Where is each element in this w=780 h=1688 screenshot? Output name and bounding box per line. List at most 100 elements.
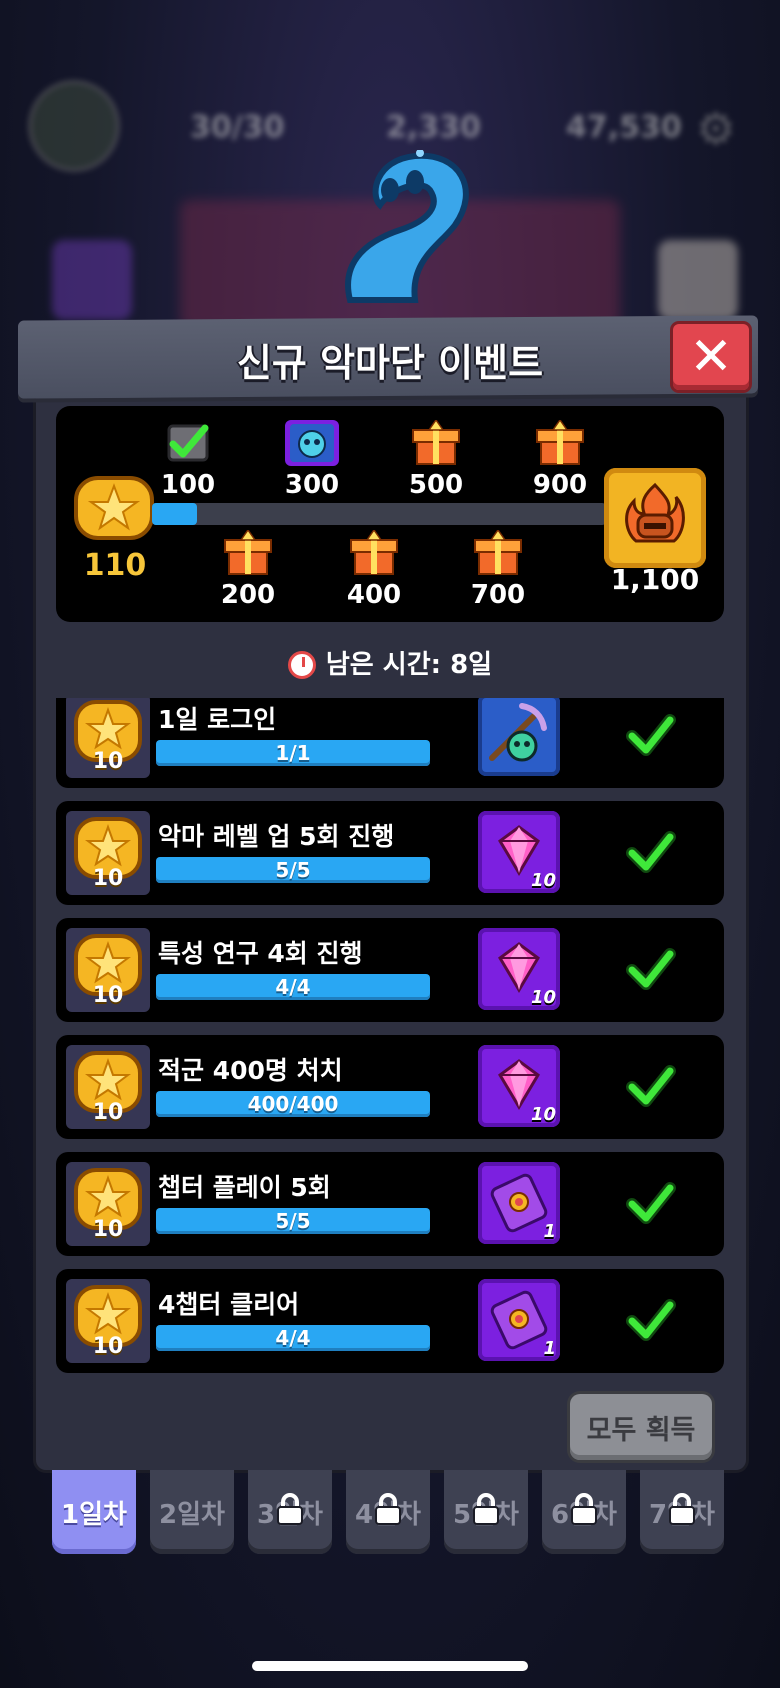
points-value: 10 xyxy=(92,983,124,1008)
reward-quantity: 1 xyxy=(543,1221,556,1242)
mission-row-4: 10 적군 400명 처치 400/400 10 xyxy=(56,1035,724,1139)
background-gift-icon xyxy=(52,240,132,320)
current-score: 110 xyxy=(83,548,147,583)
milestone-200[interactable]: 200 xyxy=(198,528,298,610)
tab-label: 2일차 xyxy=(159,1499,225,1530)
home-indicator[interactable] xyxy=(252,1661,528,1671)
milestone-value: 900 xyxy=(532,470,588,500)
final-reward-value: 1,100 xyxy=(610,563,700,596)
gift-box-icon xyxy=(350,528,398,575)
reward-quantity: 1 xyxy=(543,1338,556,1359)
milestone-value: 400 xyxy=(346,580,402,610)
progress-fill xyxy=(152,503,197,525)
mission-label: 챕터 플레이 5회 xyxy=(158,1173,331,1202)
lock-icon xyxy=(277,1493,303,1525)
points-badge: 10 xyxy=(66,1279,150,1363)
mission-row-5: 10 챕터 플레이 5회 5/5 1 xyxy=(56,1152,724,1256)
points-value: 10 xyxy=(92,1334,124,1359)
claimed-chest-icon xyxy=(167,424,209,462)
gift-box-icon xyxy=(474,528,522,575)
milestone-value: 100 xyxy=(160,470,216,500)
milestone-value: 200 xyxy=(220,580,276,610)
mission-list[interactable]: 10 1일 로그인 1/1 10 악마 레벨 업 5회 진행 5/5 10 10… xyxy=(50,698,732,1378)
points-value: 10 xyxy=(92,1100,124,1125)
mission-label: 악마 레벨 업 5회 진행 xyxy=(158,822,395,851)
milestone-700[interactable]: 700 xyxy=(448,528,548,610)
gem-counter: 2,330 xyxy=(386,110,481,145)
close-icon: ✕ xyxy=(689,327,733,387)
tab-day-2[interactable]: 2일차 xyxy=(150,1470,234,1554)
milestone-500[interactable]: 500 xyxy=(386,418,486,500)
reward-quantity: 10 xyxy=(530,987,556,1008)
points-value: 10 xyxy=(92,749,124,774)
points-badge: 10 xyxy=(66,698,150,778)
tab-day-7[interactable]: 7일차 xyxy=(640,1470,724,1554)
points-badge: 10 xyxy=(66,1045,150,1129)
tab-label: 1일차 xyxy=(61,1499,127,1530)
slime-mascot-icon xyxy=(345,150,469,303)
mission-progress-bar: 5/5 xyxy=(156,857,430,883)
lock-icon xyxy=(473,1493,499,1525)
fire-helmet-icon xyxy=(625,482,685,543)
tab-day-4[interactable]: 4일차 xyxy=(346,1470,430,1554)
monster-reward-icon xyxy=(285,420,339,466)
mission-row-2: 10 악마 레벨 업 5회 진행 5/5 10 xyxy=(56,801,724,905)
profile-avatar xyxy=(28,80,120,172)
mission-progress-text: 1/1 xyxy=(275,741,311,765)
gift-box-icon xyxy=(412,418,460,465)
mission-label: 4챕터 클리어 xyxy=(158,1290,300,1319)
mission-reward[interactable]: 1 xyxy=(478,1162,560,1244)
milestone-100[interactable]: 100 xyxy=(138,420,238,500)
reward-quantity: 10 xyxy=(530,870,556,891)
background-mail-icon xyxy=(658,240,738,320)
mission-progress-bar: 400/400 xyxy=(156,1091,430,1117)
event-title: 신규 악마단 이벤트 xyxy=(236,341,544,385)
mission-progress-text: 5/5 xyxy=(275,858,311,882)
tab-day-5[interactable]: 5일차 xyxy=(444,1470,528,1554)
mission-progress-text: 4/4 xyxy=(275,975,311,999)
remaining-time-label: 남은 시간: 8일 xyxy=(325,650,493,680)
reward-quantity: 10 xyxy=(530,1104,556,1125)
check-icon xyxy=(626,1065,676,1107)
mission-row-3: 10 특성 연구 4회 진행 4/4 10 xyxy=(56,918,724,1022)
mission-reward[interactable]: 10 xyxy=(478,811,560,893)
mission-progress-text: 5/5 xyxy=(275,1209,311,1233)
check-icon xyxy=(626,1299,676,1341)
close-button[interactable]: ✕ xyxy=(673,324,749,390)
milestone-value: 500 xyxy=(408,470,464,500)
points-value: 10 xyxy=(92,1217,124,1242)
claim-all-button[interactable]: 모두 획득 xyxy=(570,1394,712,1460)
tab-day-1[interactable]: 1일차 xyxy=(52,1470,136,1554)
settings-gear-icon: ⚙ xyxy=(696,104,736,155)
final-reward-box[interactable] xyxy=(604,468,706,568)
mission-reward[interactable]: 1 xyxy=(478,1279,560,1361)
progress-track xyxy=(152,503,606,525)
milestone-900[interactable]: 900 xyxy=(510,418,610,500)
mission-label: 적군 400명 처치 xyxy=(158,1056,343,1085)
mission-progress-text: 4/4 xyxy=(275,1326,311,1350)
milestone-400[interactable]: 400 xyxy=(324,528,424,610)
tab-day-3[interactable]: 3일차 xyxy=(248,1470,332,1554)
milestone-value: 700 xyxy=(470,580,526,610)
mission-progress-text: 400/400 xyxy=(247,1092,339,1116)
mission-reward[interactable] xyxy=(478,698,560,776)
gold-counter: 47,530 xyxy=(566,110,682,145)
day-tabs: 1일차 2일차 3일차4일차5일차6일차7일차 xyxy=(50,1470,740,1560)
lock-icon xyxy=(375,1493,401,1525)
points-badge: 10 xyxy=(66,1162,150,1246)
points-value: 10 xyxy=(92,866,124,891)
mission-reward[interactable]: 10 xyxy=(478,1045,560,1127)
lock-icon xyxy=(669,1493,695,1525)
remaining-time: 남은 시간: 8일 xyxy=(0,644,780,681)
energy-counter: 30/30 xyxy=(190,110,285,145)
mission-row-6: 10 4챕터 클리어 4/4 1 xyxy=(56,1269,724,1373)
tab-day-6[interactable]: 6일차 xyxy=(542,1470,626,1554)
points-badge: 10 xyxy=(66,928,150,1012)
milestone-300[interactable]: 300 xyxy=(262,420,362,500)
mission-label: 1일 로그인 xyxy=(158,705,277,734)
check-icon xyxy=(626,831,676,873)
milestone-value: 300 xyxy=(284,470,340,500)
mission-progress-bar: 4/4 xyxy=(156,974,430,1000)
mission-reward[interactable]: 10 xyxy=(478,928,560,1010)
mission-progress-bar: 5/5 xyxy=(156,1208,430,1234)
